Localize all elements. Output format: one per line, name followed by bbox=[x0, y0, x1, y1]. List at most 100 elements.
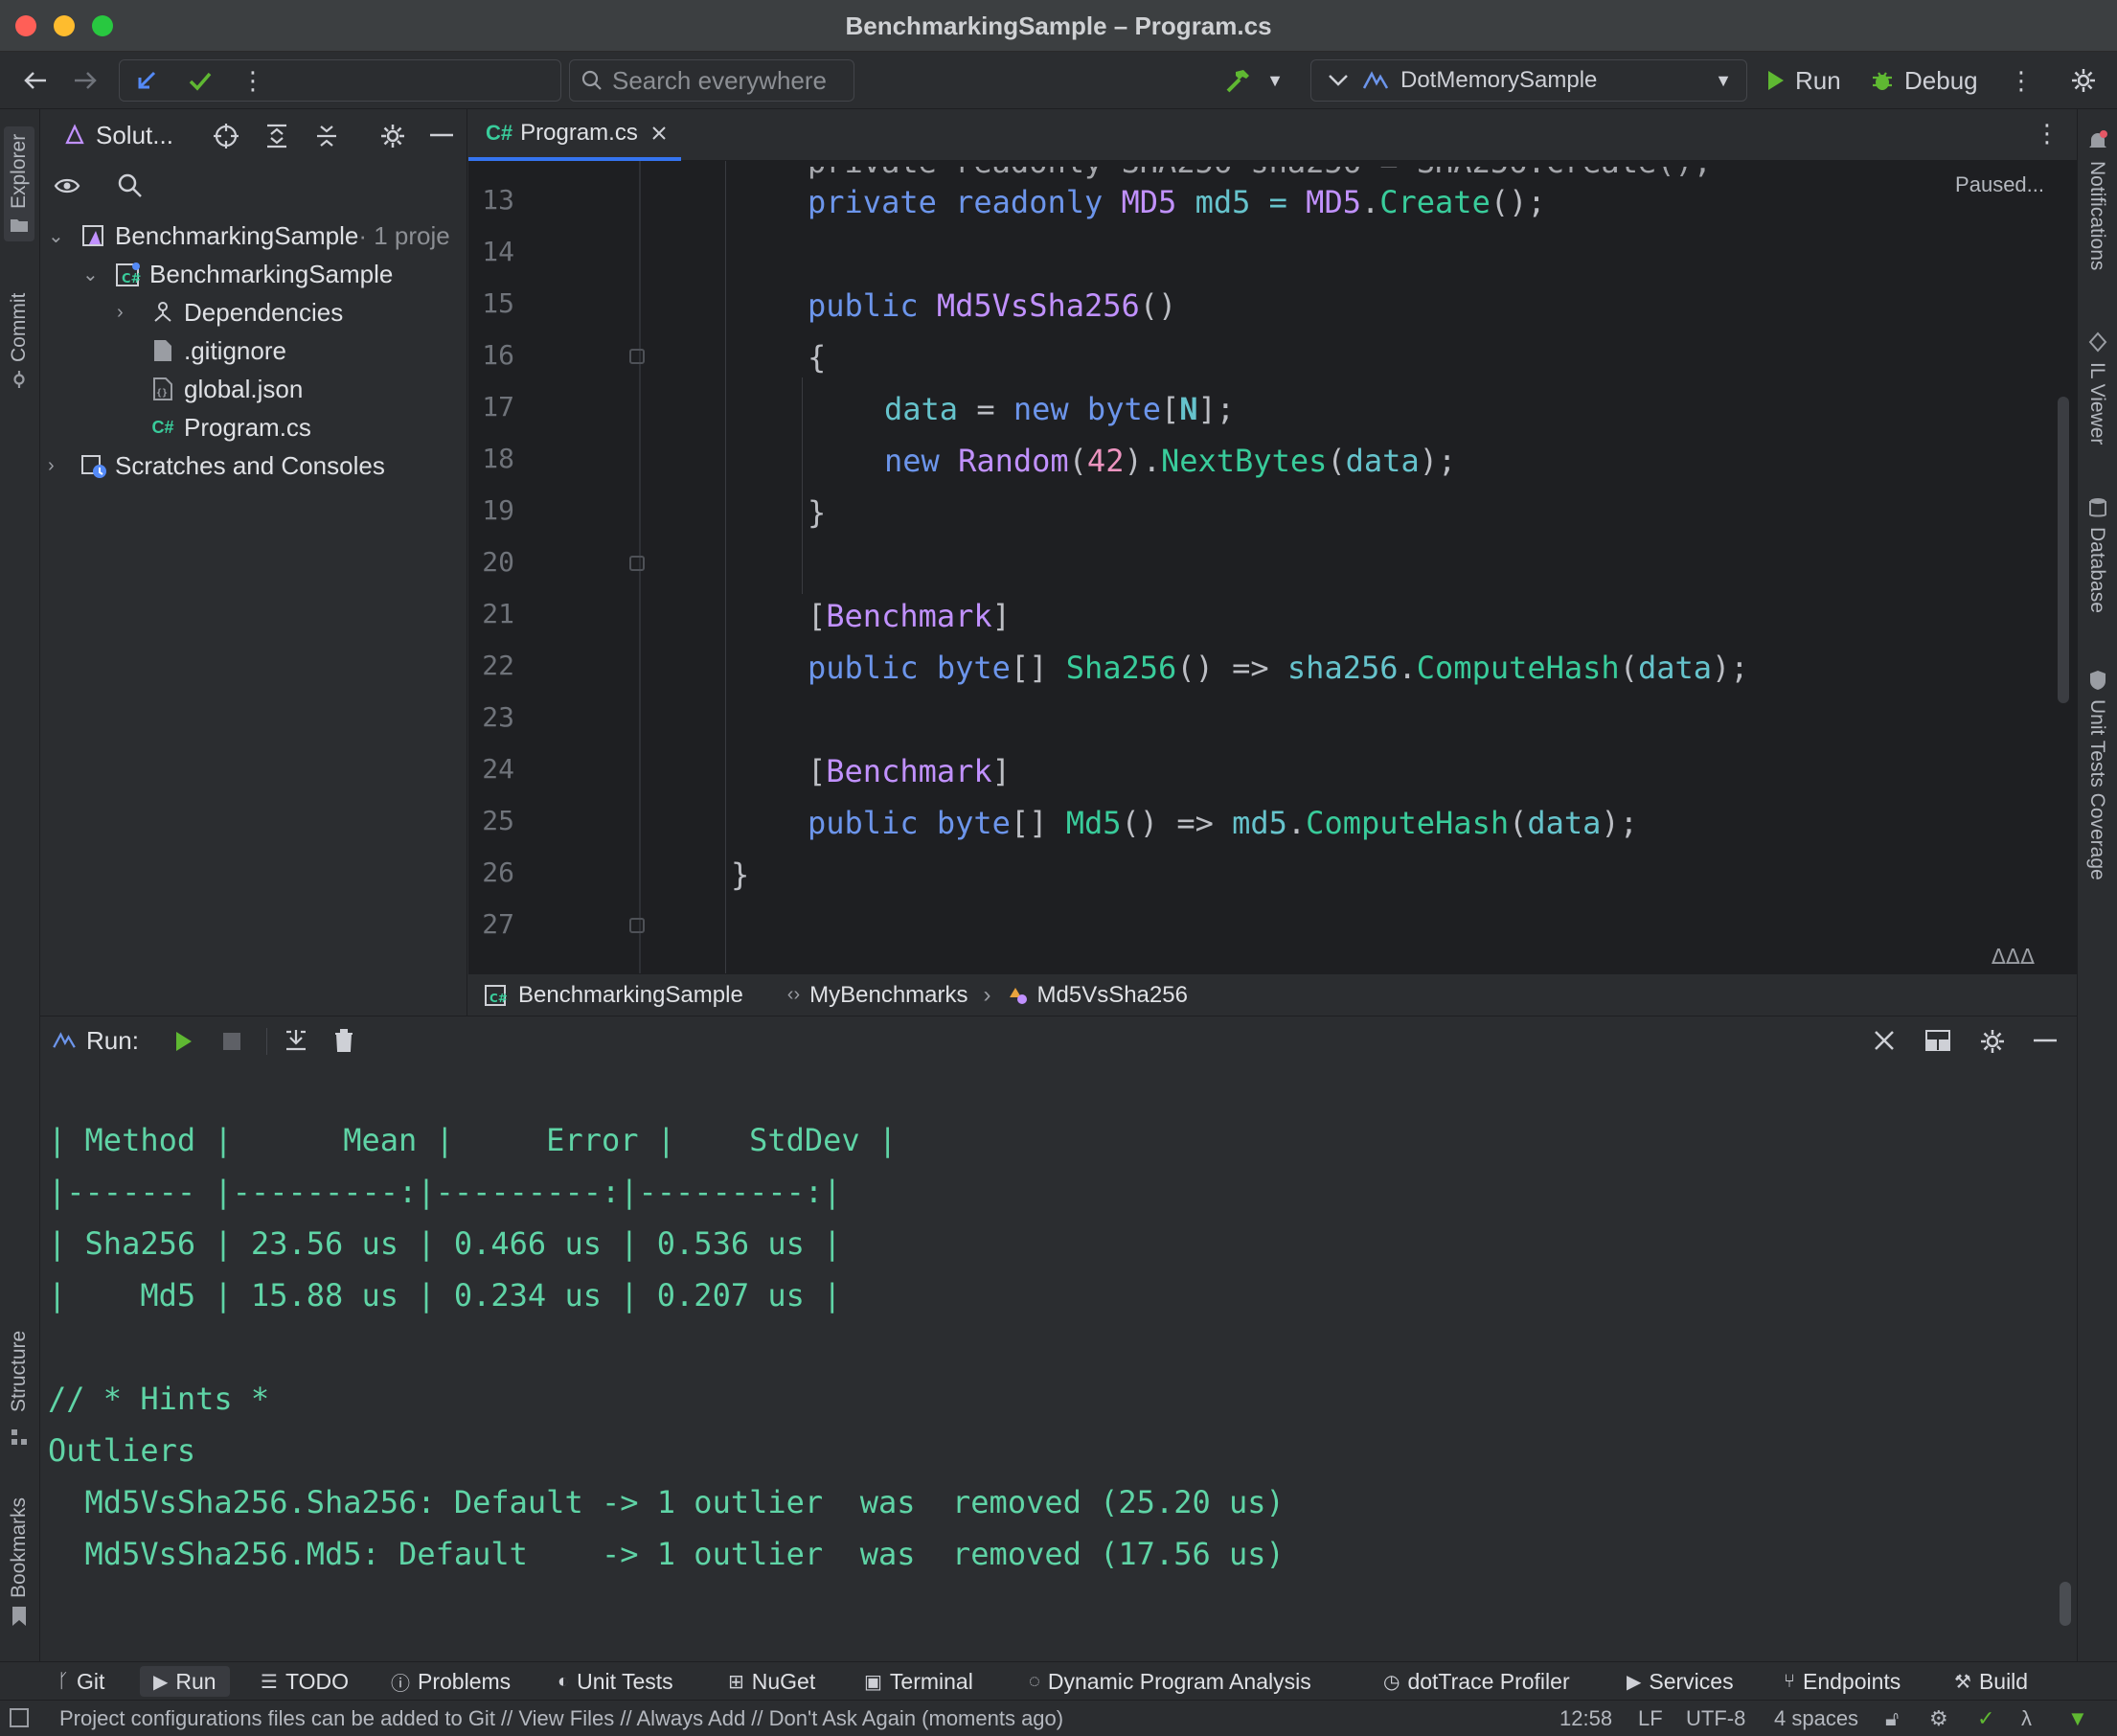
code-line-19[interactable]: } bbox=[808, 494, 826, 531]
tree-item-global-json[interactable]: {} global.json bbox=[149, 370, 303, 408]
solution-search-icon[interactable] bbox=[117, 172, 144, 199]
tree-item-scratches[interactable]: › Scratches and Consoles bbox=[48, 446, 385, 485]
toolbar-more-icon[interactable]: ⋮ bbox=[2009, 61, 2034, 100]
back-arrow-icon[interactable] bbox=[21, 61, 50, 100]
fold-marker-icon[interactable] bbox=[629, 349, 645, 364]
tool-git[interactable]: ᚴ Git bbox=[57, 1666, 104, 1697]
show-hidden-eye-icon[interactable] bbox=[54, 172, 84, 199]
code-line-17[interactable]: data = new byte[N]; bbox=[884, 391, 1235, 427]
tabs-more-icon[interactable]: ⋮ bbox=[2035, 119, 2060, 148]
tree-item-project[interactable]: ⌄ C# BenchmarkingSample bbox=[82, 255, 393, 293]
status-message[interactable]: Project configurations files can be adde… bbox=[59, 1706, 1063, 1731]
tree-item-program-cs[interactable]: C# Program.cs bbox=[149, 408, 310, 446]
token-type: MD5 bbox=[1306, 184, 1361, 220]
vcs-commit-icon[interactable] bbox=[186, 61, 215, 100]
file-encoding[interactable]: UTF-8 bbox=[1686, 1706, 1745, 1731]
close-tab-icon[interactable] bbox=[651, 126, 667, 141]
build-hammer-icon[interactable] bbox=[1222, 61, 1255, 100]
console-scrollbar[interactable] bbox=[2060, 1582, 2071, 1626]
solution-tab-label[interactable]: Solut... bbox=[96, 121, 173, 150]
fold-marker-icon[interactable] bbox=[629, 918, 645, 933]
indent-setting[interactable]: 4 spaces bbox=[1774, 1706, 1858, 1731]
collapse-all-icon[interactable] bbox=[314, 123, 339, 149]
chevron-down-icon[interactable] bbox=[1324, 61, 1353, 100]
lock-icon[interactable]: 🔓︎ bbox=[1885, 1706, 1899, 1731]
breadcrumb-namespace[interactable]: MyBenchmarks bbox=[809, 982, 967, 1009]
line-ending[interactable]: LF bbox=[1638, 1706, 1663, 1731]
settings-gear-icon[interactable] bbox=[2067, 61, 2100, 100]
chevron-right-icon[interactable]: › bbox=[117, 302, 136, 324]
resharper-status-icon[interactable]: ▼ bbox=[2067, 1706, 2088, 1731]
code-line-13[interactable]: private readonly MD5 md5 = MD5.Create(); bbox=[808, 184, 1546, 220]
hide-panel-icon[interactable] bbox=[2033, 1038, 2058, 1043]
breadcrumb-class[interactable]: Md5VsSha256 bbox=[1037, 982, 1188, 1009]
tool-todo[interactable]: ☰ TODO bbox=[261, 1666, 349, 1697]
editor-scrollbar[interactable] bbox=[2058, 397, 2069, 703]
tool-endpoints[interactable]: ⑂ Endpoints bbox=[1784, 1666, 1901, 1697]
tool-label: TODO bbox=[285, 1668, 349, 1694]
tool-problems[interactable]: ⓘ Problems bbox=[391, 1666, 511, 1697]
run-settings-gear-icon[interactable] bbox=[1979, 1028, 2006, 1055]
rerun-play-icon[interactable] bbox=[174, 1030, 193, 1053]
run-config-selector[interactable]: DotMemorySample bbox=[1362, 61, 1597, 100]
tool-unit-tests[interactable]: ◐ Unit Tests bbox=[558, 1666, 673, 1697]
code-line-26[interactable]: } bbox=[731, 857, 749, 893]
forward-arrow-icon[interactable] bbox=[71, 61, 100, 100]
tool-dottrace[interactable]: ◷ dotTrace Profiler bbox=[1383, 1666, 1570, 1697]
breadcrumb-project[interactable]: BenchmarkingSample bbox=[518, 982, 743, 1009]
code-line-21[interactable]: [Benchmark] bbox=[808, 598, 1011, 634]
database-label[interactable]: Database bbox=[2085, 527, 2108, 613]
close-icon[interactable] bbox=[1874, 1030, 1895, 1051]
tree-item-gitignore[interactable]: .gitignore bbox=[149, 331, 286, 370]
fold-marker-icon[interactable] bbox=[629, 556, 645, 571]
run-config-dropdown-icon[interactable]: ▼ bbox=[1711, 61, 1736, 100]
notifications-label[interactable]: Notifications bbox=[2085, 161, 2108, 270]
chevron-down-icon[interactable]: ⌄ bbox=[82, 263, 102, 286]
tool-dynamic-analysis[interactable]: ◌ Dynamic Program Analysis bbox=[1029, 1666, 1311, 1697]
panel-settings-gear-icon[interactable] bbox=[379, 123, 406, 149]
check-circle-icon[interactable]: ✓ bbox=[1977, 1706, 1994, 1731]
vcs-more-icon[interactable]: ⋮ bbox=[240, 61, 265, 100]
locate-target-icon[interactable] bbox=[213, 123, 239, 149]
chevron-down-icon[interactable]: ⌄ bbox=[48, 224, 67, 248]
notifications-bell-icon[interactable] bbox=[2087, 130, 2108, 151]
hide-panel-icon[interactable] bbox=[429, 132, 454, 138]
build-dropdown-icon[interactable]: ▼ bbox=[1263, 61, 1287, 100]
debug-button[interactable]: Debug bbox=[1870, 61, 1978, 100]
code-line-15[interactable]: public Md5VsSha256() bbox=[808, 287, 1176, 324]
run-button[interactable]: Run bbox=[1766, 61, 1841, 100]
inspection-icon[interactable]: ⚙︎ bbox=[1929, 1706, 1948, 1731]
trash-icon[interactable] bbox=[333, 1028, 354, 1053]
unit-tests-coverage-label[interactable]: Unit Tests Coverage bbox=[2085, 699, 2108, 880]
explorer-label[interactable]: Explorer bbox=[8, 134, 31, 209]
caret-position[interactable]: 12:58 bbox=[1559, 1706, 1612, 1731]
tool-services[interactable]: ▶ Services bbox=[1627, 1666, 1734, 1697]
chevron-right-icon[interactable]: › bbox=[48, 455, 67, 477]
code-line-24[interactable]: [Benchmark] bbox=[808, 753, 1011, 789]
il-viewer-label[interactable]: IL Viewer bbox=[2085, 362, 2108, 445]
code-line-25[interactable]: public byte[] Md5() => md5.ComputeHash(d… bbox=[808, 805, 1638, 841]
code-line-18[interactable]: new Random(42).NextBytes(data); bbox=[884, 443, 1456, 479]
scroll-to-end-icon[interactable] bbox=[284, 1028, 308, 1053]
stop-icon[interactable] bbox=[222, 1032, 241, 1051]
tab-program-cs[interactable]: C# Program.cs bbox=[468, 109, 681, 161]
tool-run[interactable]: ▶ Run bbox=[140, 1666, 230, 1697]
vcs-update-icon[interactable] bbox=[132, 61, 161, 100]
tool-nuget[interactable]: ⊞ NuGet bbox=[728, 1666, 815, 1697]
search-everywhere-box[interactable]: Search everywhere bbox=[569, 59, 854, 102]
commit-label[interactable]: Commit bbox=[8, 293, 31, 362]
console-output[interactable]: | Method | Mean | Error | StdDev | |----… bbox=[40, 1064, 2048, 1662]
toggle-toolwindows-icon[interactable] bbox=[10, 1708, 29, 1727]
layout-icon[interactable] bbox=[1925, 1030, 1950, 1051]
bookmarks-label[interactable]: Bookmarks bbox=[8, 1497, 31, 1598]
expand-all-icon[interactable] bbox=[264, 123, 289, 149]
lambda-icon[interactable]: λ bbox=[2021, 1706, 2032, 1731]
code-line-16[interactable]: { bbox=[808, 339, 826, 376]
tool-build[interactable]: ⚒ Build bbox=[1954, 1666, 2028, 1697]
reader-mode-icon[interactable]: ᐃᐃᐃ bbox=[1992, 945, 2035, 970]
tree-item-solution[interactable]: ⌄ BenchmarkingSample · 1 proje bbox=[48, 217, 450, 255]
tree-item-dependencies[interactable]: › Dependencies bbox=[117, 293, 343, 331]
tool-terminal[interactable]: ▣ Terminal bbox=[864, 1666, 973, 1697]
code-line-22[interactable]: public byte[] Sha256() => sha256.Compute… bbox=[808, 650, 1749, 686]
structure-label[interactable]: Structure bbox=[8, 1331, 31, 1412]
